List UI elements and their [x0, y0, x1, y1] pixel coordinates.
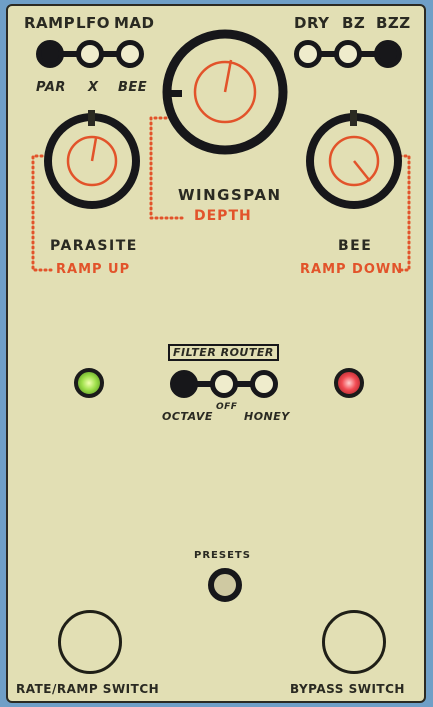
- filter-router-title: FILTER ROUTER: [168, 344, 279, 361]
- switch-label-bzz: BZZ: [376, 14, 411, 32]
- presets-label: PRESETS: [194, 550, 251, 561]
- pedal-enclosure: RAMP LFO MAD PAR X BEE DRY BZ BZZ WINGSP…: [6, 4, 426, 703]
- switch-label-bee: BEE: [118, 80, 148, 95]
- bypass-switch-label: BYPASS SWITCH: [290, 682, 405, 696]
- left-status-led: [74, 368, 104, 398]
- rate-ramp-switch-label: RATE/RAMP SWITCH: [16, 682, 160, 696]
- switch-label-lfo: LFO: [76, 14, 111, 32]
- switch-label-octave: OCTAVE: [162, 410, 213, 423]
- switch-position-bz[interactable]: [334, 40, 362, 68]
- ramp-down-label: RAMP DOWN: [300, 262, 404, 277]
- switch-label-bz: BZ: [342, 14, 366, 32]
- switch-label-ramp: RAMP: [24, 14, 76, 32]
- ramp-down-dotted-line: [396, 154, 411, 272]
- wingspan-label: WINGSPAN: [178, 186, 282, 204]
- bypass-footswitch[interactable]: [322, 610, 386, 674]
- switch-label-honey: HONEY: [244, 410, 290, 423]
- switch-position-off[interactable]: [210, 370, 238, 398]
- switch-position-mad[interactable]: [116, 40, 144, 68]
- bee-label: BEE: [338, 238, 373, 254]
- presets-button[interactable]: [208, 568, 242, 602]
- switch-label-off: OFF: [216, 402, 238, 412]
- fuzz-toggle-switch[interactable]: [294, 40, 404, 68]
- switch-label-mad: MAD: [114, 14, 155, 32]
- switch-position-bzz[interactable]: [374, 40, 402, 68]
- depth-ramp-label: DEPTH: [194, 208, 252, 224]
- mode-toggle-switch[interactable]: [36, 40, 146, 68]
- switch-position-lfo[interactable]: [76, 40, 104, 68]
- rate-ramp-footswitch[interactable]: [58, 610, 122, 674]
- switch-position-honey[interactable]: [250, 370, 278, 398]
- switch-position-octave[interactable]: [170, 370, 198, 398]
- parasite-label: PARASITE: [50, 238, 138, 254]
- switch-position-ramp[interactable]: [36, 40, 64, 68]
- switch-position-dry[interactable]: [294, 40, 322, 68]
- ramp-up-label: RAMP UP: [56, 262, 131, 277]
- switch-label-x: X: [88, 80, 99, 95]
- filter-router-switch[interactable]: [170, 370, 280, 398]
- right-status-led: [334, 368, 364, 398]
- switch-label-par: PAR: [36, 80, 66, 95]
- switch-label-dry: DRY: [294, 14, 330, 32]
